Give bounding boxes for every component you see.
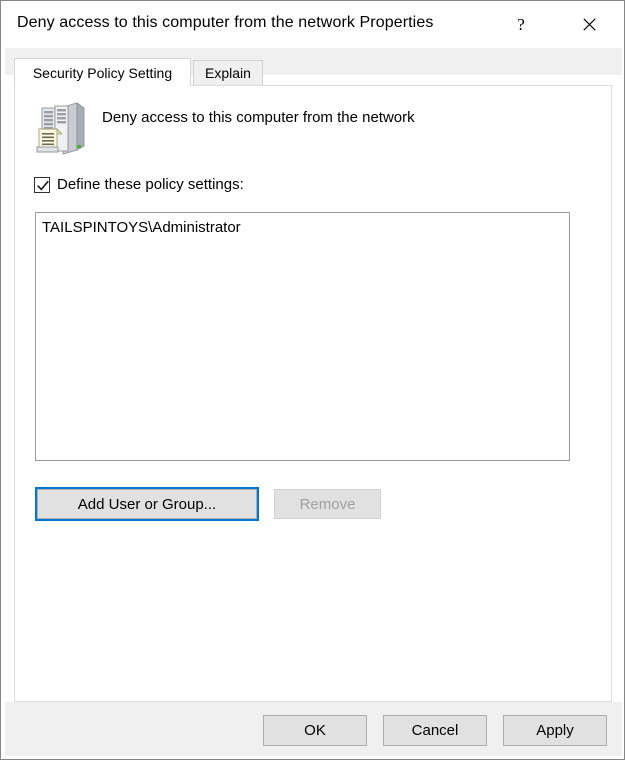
help-button[interactable]: ? <box>498 1 544 47</box>
remove-button: Remove <box>274 489 381 519</box>
add-user-or-group-button[interactable]: Add User or Group... <box>37 489 257 519</box>
tab-panel-security-policy-setting: Deny access to this computer from the ne… <box>14 85 612 702</box>
ok-button[interactable]: OK <box>263 715 367 746</box>
checkbox-box[interactable] <box>34 176 50 193</box>
define-policy-settings-label: Define these policy settings: <box>57 176 244 193</box>
window-title: Deny access to this computer from the ne… <box>17 14 434 31</box>
list-item[interactable]: TAILSPINTOYS\Administrator <box>36 213 569 236</box>
tab-explain[interactable]: Explain <box>193 60 263 85</box>
dialog-footer: OK Cancel Apply <box>5 702 622 756</box>
tab-strip: Security Policy Setting Explain <box>5 48 622 86</box>
question-mark-icon: ? <box>517 14 525 34</box>
close-button[interactable] <box>566 1 612 47</box>
security-policy-server-icon <box>33 100 89 158</box>
properties-dialog: Deny access to this computer from the ne… <box>0 0 625 760</box>
policy-members-listbox[interactable]: TAILSPINTOYS\Administrator <box>35 212 570 461</box>
apply-button[interactable]: Apply <box>503 715 607 746</box>
title-bar: Deny access to this computer from the ne… <box>1 1 624 49</box>
close-icon <box>582 17 596 31</box>
define-policy-settings-checkbox[interactable]: Define these policy settings: <box>34 176 244 193</box>
policy-setting-heading: Deny access to this computer from the ne… <box>102 109 415 126</box>
tab-security-policy-setting[interactable]: Security Policy Setting <box>14 58 191 86</box>
cancel-button[interactable]: Cancel <box>383 715 487 746</box>
